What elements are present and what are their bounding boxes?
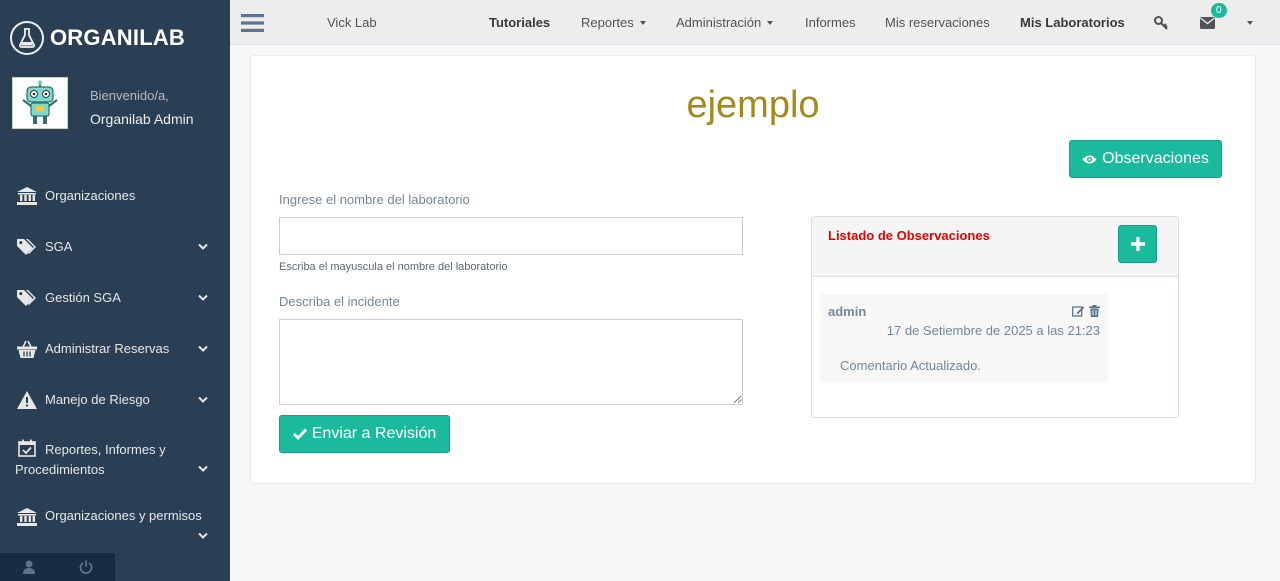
sidebar-item-label: Manejo de Riesgo (45, 392, 150, 407)
sidebar-item-label: Organizaciones y permisos (45, 508, 202, 523)
brand[interactable]: ORGANILAB (10, 20, 185, 56)
chevron-down-icon (198, 394, 208, 409)
submit-button-label: Enviar a Revisión (311, 425, 437, 442)
lab-name[interactable]: Vick Lab (327, 0, 377, 45)
tags-icon (15, 289, 39, 307)
basket-icon (15, 340, 39, 358)
sidebar-item-label: SGA (45, 239, 73, 254)
nav-administracion-label: Administración (676, 15, 762, 30)
chevron-down-icon (198, 241, 208, 256)
lab-name-help: Escriba el mayuscula el nombre del labor… (279, 261, 508, 273)
institution-icon (15, 508, 39, 526)
sidebar: ORGANILAB Bienvenido/a, Organilab Admin (0, 0, 230, 581)
sidebar-item-administrar-reservas[interactable]: Administrar Reservas (0, 323, 230, 374)
sidebar-item-gestion-sga[interactable]: Gestión SGA (0, 272, 230, 323)
user-dropdown-toggle[interactable] (1241, 0, 1253, 45)
caret-down-icon (1247, 20, 1253, 25)
sidebar-item-reportes-informes[interactable]: Reportes, Informes y Procedimientos (0, 425, 230, 496)
comment-author: admin (828, 304, 867, 319)
edit-icon[interactable] (1072, 304, 1085, 322)
caret-down-icon (639, 20, 646, 25)
user-name: Organilab Admin (90, 111, 194, 127)
institution-icon (15, 186, 39, 205)
chevron-down-icon (198, 530, 208, 545)
comment-actions (1072, 304, 1100, 322)
mail-count-badge: 0 (1211, 3, 1227, 18)
nav-mis-laboratorios[interactable]: Mis Laboratorios (1020, 0, 1125, 45)
comment-text: Comentario Actualizado. (840, 358, 981, 373)
incident-textarea[interactable] (279, 319, 743, 405)
observations-button-label: Observaciones (1102, 150, 1209, 167)
observations-card-header: Listado de Observaciones (812, 217, 1178, 277)
sidebar-item-organizaciones[interactable]: Organizaciones (0, 170, 230, 221)
chevron-down-icon (198, 343, 208, 358)
chevron-down-icon (198, 461, 208, 481)
plus-icon (1130, 237, 1145, 251)
comment-date: 17 de Setiembre de 2025 a las 21:23 (886, 323, 1100, 338)
sidebar-item-manejo-de-riesgo[interactable]: Manejo de Riesgo (0, 374, 230, 425)
sidebar-menu: Organizaciones SGA Gestión SGA Administr… (0, 170, 230, 556)
nav-tutoriales[interactable]: Tutoriales (489, 0, 550, 45)
sidebar-item-label: Administrar Reservas (45, 341, 170, 356)
welcome-text: Bienvenido/a, (90, 88, 169, 103)
sidebar-item-organizaciones-permisos[interactable]: Organizaciones y permisos (0, 496, 230, 556)
page-title: ejemplo (686, 84, 820, 126)
sidebar-item-sga[interactable]: SGA (0, 221, 230, 272)
observation-item: admin 17 de Setiembre de 2025 a las 21:2… (820, 294, 1108, 382)
caret-down-icon (767, 20, 774, 25)
nav-reportes-dropdown[interactable]: Reportes (581, 0, 646, 45)
avatar[interactable] (12, 77, 68, 129)
lab-name-input[interactable] (279, 217, 743, 255)
sidebar-footer (0, 553, 115, 581)
incident-label: Describa el incidente (279, 294, 400, 309)
flask-icon (10, 21, 44, 55)
eye-icon (1082, 155, 1097, 163)
chevron-down-icon (198, 292, 208, 307)
observations-title: Listado de Observaciones (828, 228, 990, 243)
add-observation-button[interactable] (1118, 225, 1157, 263)
trash-icon[interactable] (1089, 304, 1100, 322)
submit-button[interactable]: Enviar a Revisión (279, 415, 450, 453)
power-off-icon[interactable] (58, 553, 116, 581)
tags-icon (15, 238, 39, 256)
observations-card: Listado de Observaciones admin 17 de Set… (811, 216, 1179, 418)
menu-toggle-icon[interactable] (241, 0, 264, 45)
calendar-check-icon (15, 439, 39, 457)
nav-administracion-dropdown[interactable]: Administración (676, 0, 774, 45)
nav-reportes-label: Reportes (581, 15, 634, 30)
check-icon (292, 428, 307, 440)
brand-name: ORGANILAB (50, 25, 186, 50)
nav-mis-reservaciones[interactable]: Mis reservaciones (885, 0, 990, 45)
observations-button[interactable]: Observaciones (1069, 140, 1222, 178)
main-panel: ejemplo Observaciones Ingrese el nombre … (250, 55, 1256, 484)
lab-name-label: Ingrese el nombre del laboratorio (279, 192, 470, 207)
top-navbar: Vick Lab Tutoriales Reportes Administrac… (230, 0, 1280, 45)
warning-icon (15, 390, 39, 409)
key-icon[interactable] (1154, 0, 1168, 45)
nav-informes[interactable]: Informes (805, 0, 856, 45)
user-profile: Bienvenido/a, Organilab Admin (12, 77, 194, 129)
user-icon[interactable] (0, 553, 58, 581)
sidebar-item-label: Gestión SGA (45, 290, 121, 305)
sidebar-item-label: Organizaciones (45, 188, 136, 203)
